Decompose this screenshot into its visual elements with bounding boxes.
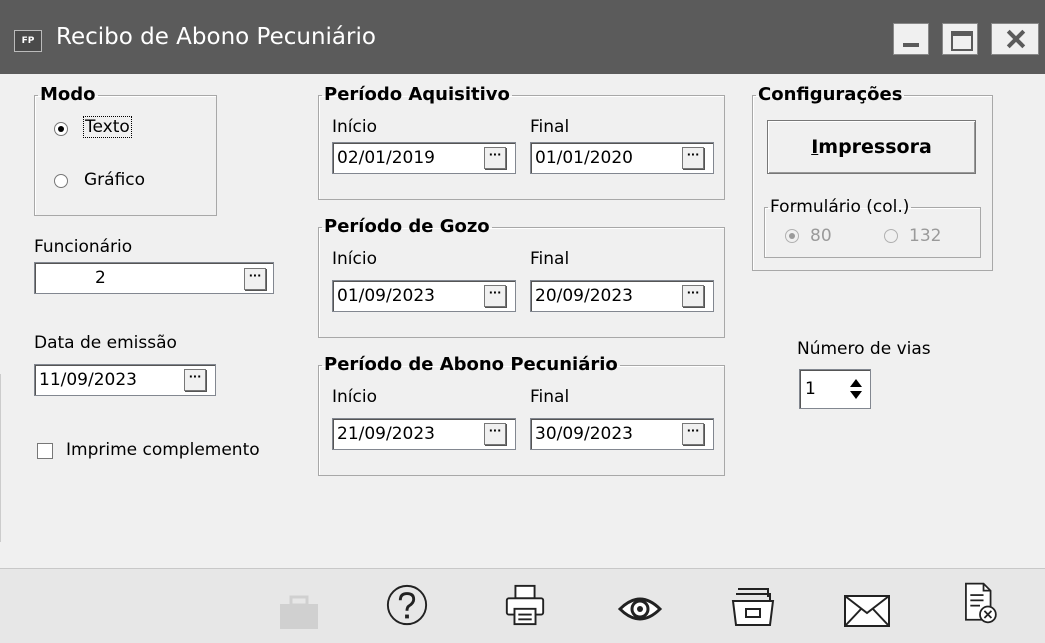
imprime-complemento-checkbox[interactable] <box>37 443 53 459</box>
periodo-abono-legend: Período de Abono Pecuniário <box>324 354 618 375</box>
gozo-final-picker-button[interactable]: ··· <box>682 285 704 307</box>
numero-vias-label: Número de vias <box>797 339 931 359</box>
aquisitivo-final-picker-button[interactable]: ··· <box>682 147 704 169</box>
gozo-final-value: 20/09/2023 <box>535 286 633 306</box>
data-emissao-value: 11/09/2023 <box>39 370 137 390</box>
numero-vias-value: 1 <box>805 379 816 399</box>
aquisitivo-final-label: Final <box>530 117 570 137</box>
formulario-group: Formulário (col.) <box>764 198 981 258</box>
gozo-final-label: Final <box>530 249 570 269</box>
abono-inicio-label: Início <box>332 387 377 407</box>
data-emissao-picker-button[interactable]: ··· <box>184 369 206 391</box>
periodo-aquisitivo-legend: Período Aquisitivo <box>324 84 510 105</box>
radio-texto[interactable] <box>54 122 68 136</box>
mail-icon[interactable] <box>842 589 892 633</box>
periodo-abono-group: Período de Abono Pecuniário <box>318 356 725 476</box>
folder-icon[interactable] <box>730 585 776 629</box>
formulario-132-label: 132 <box>909 226 942 246</box>
gozo-inicio-label: Início <box>332 249 377 269</box>
aquisitivo-inicio-value: 02/01/2019 <box>337 148 435 168</box>
funcionario-label: Funcionário <box>34 237 133 257</box>
funcionario-field[interactable]: 2 <box>34 262 274 294</box>
gozo-inicio-picker-button[interactable]: ··· <box>484 285 506 307</box>
close-document-icon[interactable] <box>958 581 1002 625</box>
abono-inicio-value: 21/09/2023 <box>337 424 435 444</box>
minimize-button[interactable] <box>893 23 929 55</box>
impressora-label: mpressora <box>818 136 932 158</box>
modo-legend: Modo <box>40 84 96 105</box>
printer-icon[interactable] <box>502 583 548 627</box>
radio-formulario-80[interactable] <box>785 229 799 243</box>
imprime-complemento-label[interactable]: Imprime complemento <box>66 440 260 460</box>
maximize-button[interactable] <box>942 23 978 55</box>
aquisitivo-inicio-picker-button[interactable]: ··· <box>484 147 506 169</box>
gozo-inicio-value: 01/09/2023 <box>337 286 435 306</box>
abono-final-label: Final <box>530 387 570 407</box>
spinner-arrows-icon[interactable] <box>846 378 866 400</box>
close-button[interactable] <box>991 23 1039 55</box>
radio-grafico-label[interactable]: Gráfico <box>84 170 145 190</box>
periodo-gozo-legend: Período de Gozo <box>324 216 490 237</box>
formulario-legend: Formulário (col.) <box>770 197 910 217</box>
impressora-button[interactable]: Impressora <box>767 120 976 174</box>
briefcase-icon <box>280 595 318 629</box>
abono-inicio-picker-button[interactable]: ··· <box>484 423 506 445</box>
configuracoes-legend: Configurações <box>758 84 903 105</box>
aquisitivo-final-value: 01/01/2020 <box>535 148 633 168</box>
formulario-80-label: 80 <box>810 226 832 246</box>
bottom-toolbar <box>0 568 1045 643</box>
data-emissao-label: Data de emissão <box>34 333 177 353</box>
periodo-gozo-group: Período de Gozo <box>318 218 725 338</box>
radio-grafico[interactable] <box>54 174 68 188</box>
modo-group: Modo <box>34 86 217 216</box>
window-title: Recibo de Abono Pecuniário <box>56 24 376 50</box>
funcionario-lookup-button[interactable]: ··· <box>244 268 266 290</box>
dialog-content: Modo Texto Gráfico Funcionário 2 ··· Dat… <box>0 74 1045 568</box>
preview-eye-icon[interactable] <box>616 587 664 631</box>
title-bar: FP Recibo de Abono Pecuniário <box>0 0 1045 74</box>
numero-vias-spinner[interactable]: 1 <box>799 369 871 409</box>
aquisitivo-inicio-label: Início <box>332 117 377 137</box>
help-icon[interactable] <box>384 583 430 627</box>
left-edge <box>0 374 5 542</box>
abono-final-value: 30/09/2023 <box>535 424 633 444</box>
abono-final-picker-button[interactable]: ··· <box>682 423 704 445</box>
app-icon: FP <box>14 30 42 52</box>
radio-formulario-132[interactable] <box>884 229 898 243</box>
funcionario-value: 2 <box>95 268 106 288</box>
radio-texto-label[interactable]: Texto <box>83 116 132 138</box>
